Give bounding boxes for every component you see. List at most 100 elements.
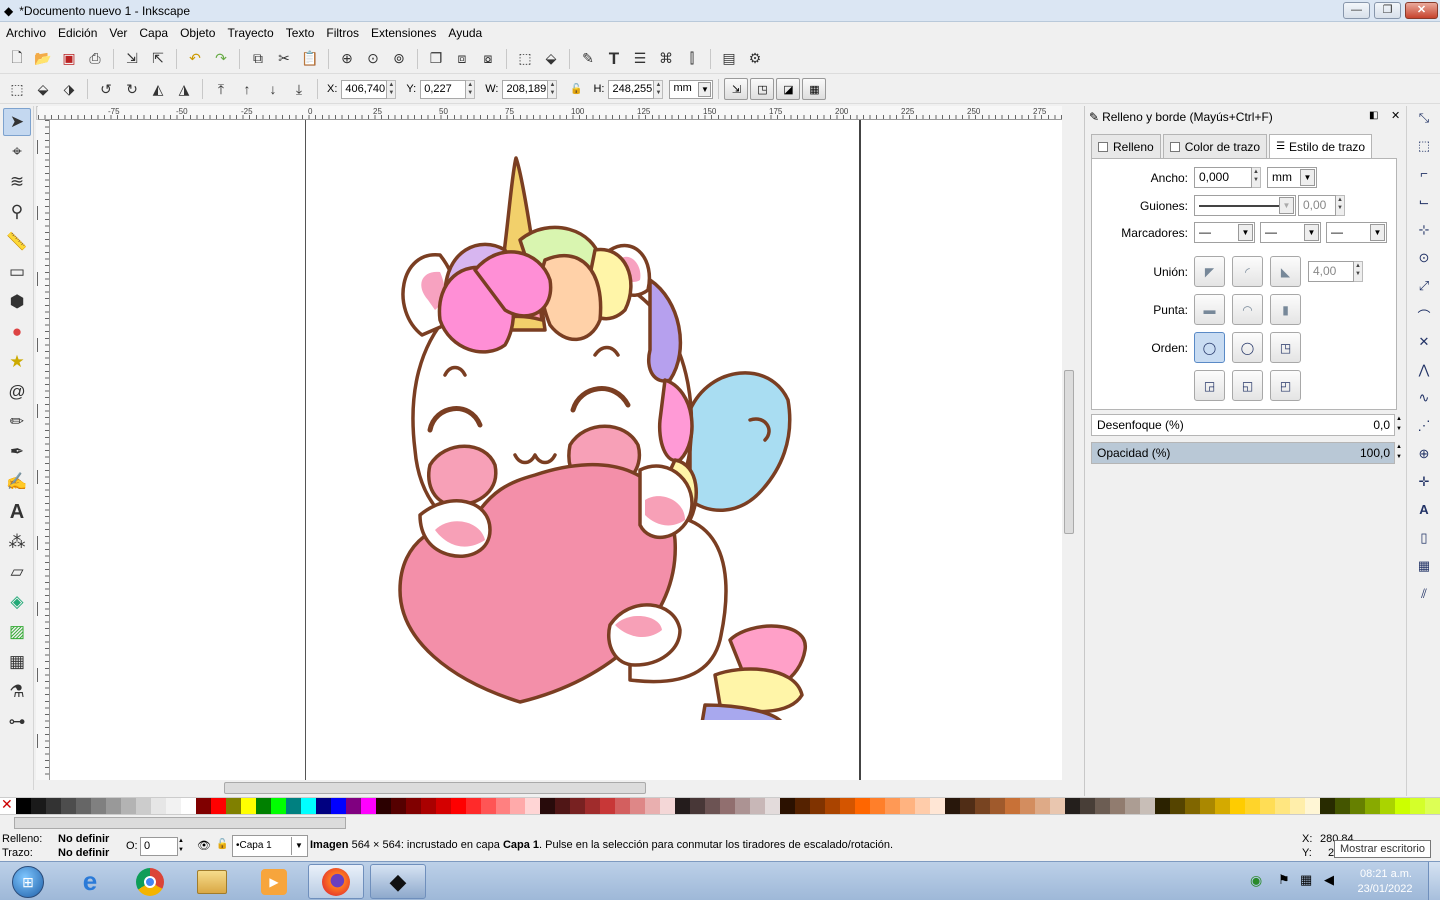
- order-fill-markers-stroke-button[interactable]: ◳: [1270, 332, 1301, 363]
- miter-limit-input[interactable]: 4,00: [1308, 261, 1354, 282]
- menu-trayecto[interactable]: Trayecto: [221, 26, 279, 40]
- close-button[interactable]: ✕: [1405, 2, 1438, 19]
- menu-capa[interactable]: Capa: [133, 26, 174, 40]
- snap-page-border-icon[interactable]: ▯: [1413, 530, 1435, 552]
- color-swatch[interactable]: [525, 798, 541, 814]
- color-swatch[interactable]: [885, 798, 901, 814]
- mesh-tool-icon[interactable]: ▦: [3, 648, 31, 676]
- snap-midpoints-icon[interactable]: ⋰: [1413, 418, 1435, 440]
- color-swatch[interactable]: [180, 798, 196, 814]
- opacity-status-spinner[interactable]: ▲ ▼: [178, 837, 184, 855]
- w-input[interactable]: 208,189: [502, 79, 549, 99]
- scale-corners-toggle[interactable]: ◳: [750, 78, 775, 100]
- raise-icon[interactable]: ↑: [235, 77, 259, 101]
- width-input[interactable]: 0,000: [1194, 167, 1252, 188]
- snap-smooth-icon[interactable]: ∿: [1413, 390, 1435, 412]
- snap-bbox-center-icon[interactable]: ⊙: [1413, 250, 1435, 272]
- color-swatch[interactable]: [1379, 798, 1395, 814]
- document-properties-icon[interactable]: ▤: [717, 47, 741, 71]
- color-swatch[interactable]: [420, 798, 436, 814]
- end-marker-select[interactable]: — ▼: [1326, 222, 1387, 243]
- color-swatch[interactable]: [870, 798, 886, 814]
- blur-slider[interactable]: Desenfoque (%) 0,0: [1091, 414, 1395, 436]
- join-miter-button[interactable]: ◤: [1194, 256, 1225, 287]
- save-icon[interactable]: ▣: [57, 47, 81, 71]
- color-swatch[interactable]: [930, 798, 946, 814]
- select-all-icon[interactable]: ⬚: [5, 77, 29, 101]
- snap-centers-icon[interactable]: ⊕: [1413, 446, 1435, 468]
- color-swatch[interactable]: [1289, 798, 1305, 814]
- color-swatch[interactable]: [1124, 798, 1140, 814]
- color-swatch[interactable]: [1034, 798, 1050, 814]
- color-swatch[interactable]: [1169, 798, 1185, 814]
- layer-select[interactable]: •Capa 1 ▼: [232, 835, 308, 857]
- color-swatch[interactable]: [210, 798, 226, 814]
- deselect-icon[interactable]: ⬗: [57, 77, 81, 101]
- opacity-slider[interactable]: Opacidad (%) 100,0: [1091, 442, 1395, 464]
- taskbar-ie[interactable]: e: [62, 864, 118, 899]
- color-swatch[interactable]: [150, 798, 166, 814]
- move-gradients-toggle[interactable]: ◪: [776, 78, 801, 100]
- color-swatch[interactable]: [135, 798, 151, 814]
- color-swatch[interactable]: [1394, 798, 1410, 814]
- layer-lock-icon[interactable]: 🔓: [216, 839, 228, 850]
- h-input[interactable]: 248,255: [608, 79, 655, 99]
- layers-icon[interactable]: ☰: [628, 47, 652, 71]
- cap-butt-button[interactable]: ▬: [1194, 294, 1225, 325]
- horizontal-scroll-thumb[interactable]: [224, 782, 646, 794]
- clone-icon[interactable]: ⧈: [450, 47, 474, 71]
- duplicate-icon[interactable]: ❐: [424, 47, 448, 71]
- color-swatch[interactable]: [570, 798, 586, 814]
- rectangle-tool-icon[interactable]: ▭: [3, 258, 31, 286]
- layer-visibility-icon[interactable]: 👁: [197, 839, 211, 852]
- raise-to-top-icon[interactable]: ⤒: [209, 77, 233, 101]
- new-document-icon[interactable]: 🗋: [5, 47, 29, 71]
- unicorn-image[interactable]: [390, 150, 820, 720]
- snap-bbox-icon[interactable]: ⬚: [1413, 138, 1435, 160]
- tray-network-icon[interactable]: ▦: [1300, 872, 1312, 888]
- color-swatch[interactable]: [1139, 798, 1155, 814]
- color-swatch[interactable]: [615, 798, 631, 814]
- color-swatch[interactable]: [720, 798, 736, 814]
- clock-time[interactable]: 08:21 a.m.: [1358, 868, 1414, 880]
- color-swatch[interactable]: [30, 798, 46, 814]
- tray-app-icon[interactable]: ◉: [1250, 872, 1262, 889]
- horizontal-scrollbar[interactable]: [50, 780, 1062, 796]
- color-swatch[interactable]: [1349, 798, 1365, 814]
- align-distribute-icon[interactable]: ⫿: [680, 47, 704, 71]
- color-swatch[interactable]: [495, 798, 511, 814]
- rotate-ccw-icon[interactable]: ↺: [94, 77, 118, 101]
- color-swatch[interactable]: [105, 798, 121, 814]
- color-swatch[interactable]: [840, 798, 856, 814]
- dash-pattern-select[interactable]: ▼: [1194, 195, 1296, 216]
- order-stroke-fill-markers-button[interactable]: ◯: [1232, 332, 1263, 363]
- color-swatch[interactable]: [465, 798, 481, 814]
- ungroup-icon[interactable]: ⬙: [539, 47, 563, 71]
- opacity-status-input[interactable]: 0: [140, 837, 178, 856]
- star-tool-icon[interactable]: ★: [3, 348, 31, 376]
- vertical-scroll-thumb[interactable]: [1064, 370, 1074, 534]
- color-swatch[interactable]: [1214, 798, 1230, 814]
- color-swatch[interactable]: [1334, 798, 1350, 814]
- color-swatch[interactable]: [75, 798, 91, 814]
- w-spinner[interactable]: ▲ ▼: [548, 79, 558, 99]
- color-swatch[interactable]: [315, 798, 331, 814]
- color-swatch[interactable]: [1259, 798, 1275, 814]
- snap-bbox-corner-icon[interactable]: ⌙: [1413, 194, 1435, 216]
- drawing-canvas[interactable]: [50, 120, 1062, 780]
- taskbar-firefox[interactable]: [308, 864, 364, 899]
- color-swatch[interactable]: [810, 798, 826, 814]
- color-swatch[interactable]: [1094, 798, 1110, 814]
- dash-offset-spinner[interactable]: ▲ ▼: [1336, 195, 1345, 216]
- eraser-tool-icon[interactable]: ▱: [3, 558, 31, 586]
- start-button[interactable]: ⊞: [0, 864, 56, 899]
- color-swatch[interactable]: [795, 798, 811, 814]
- spiral-tool-icon[interactable]: @: [3, 378, 31, 406]
- palette-scrollbar[interactable]: [0, 815, 1440, 831]
- color-swatch[interactable]: [330, 798, 346, 814]
- color-swatch[interactable]: [16, 798, 31, 814]
- tweak-tool-icon[interactable]: ≋: [3, 168, 31, 196]
- color-swatch[interactable]: [675, 798, 691, 814]
- x-input[interactable]: 406,740: [341, 79, 388, 99]
- unlink-clone-icon[interactable]: ⧇: [476, 47, 500, 71]
